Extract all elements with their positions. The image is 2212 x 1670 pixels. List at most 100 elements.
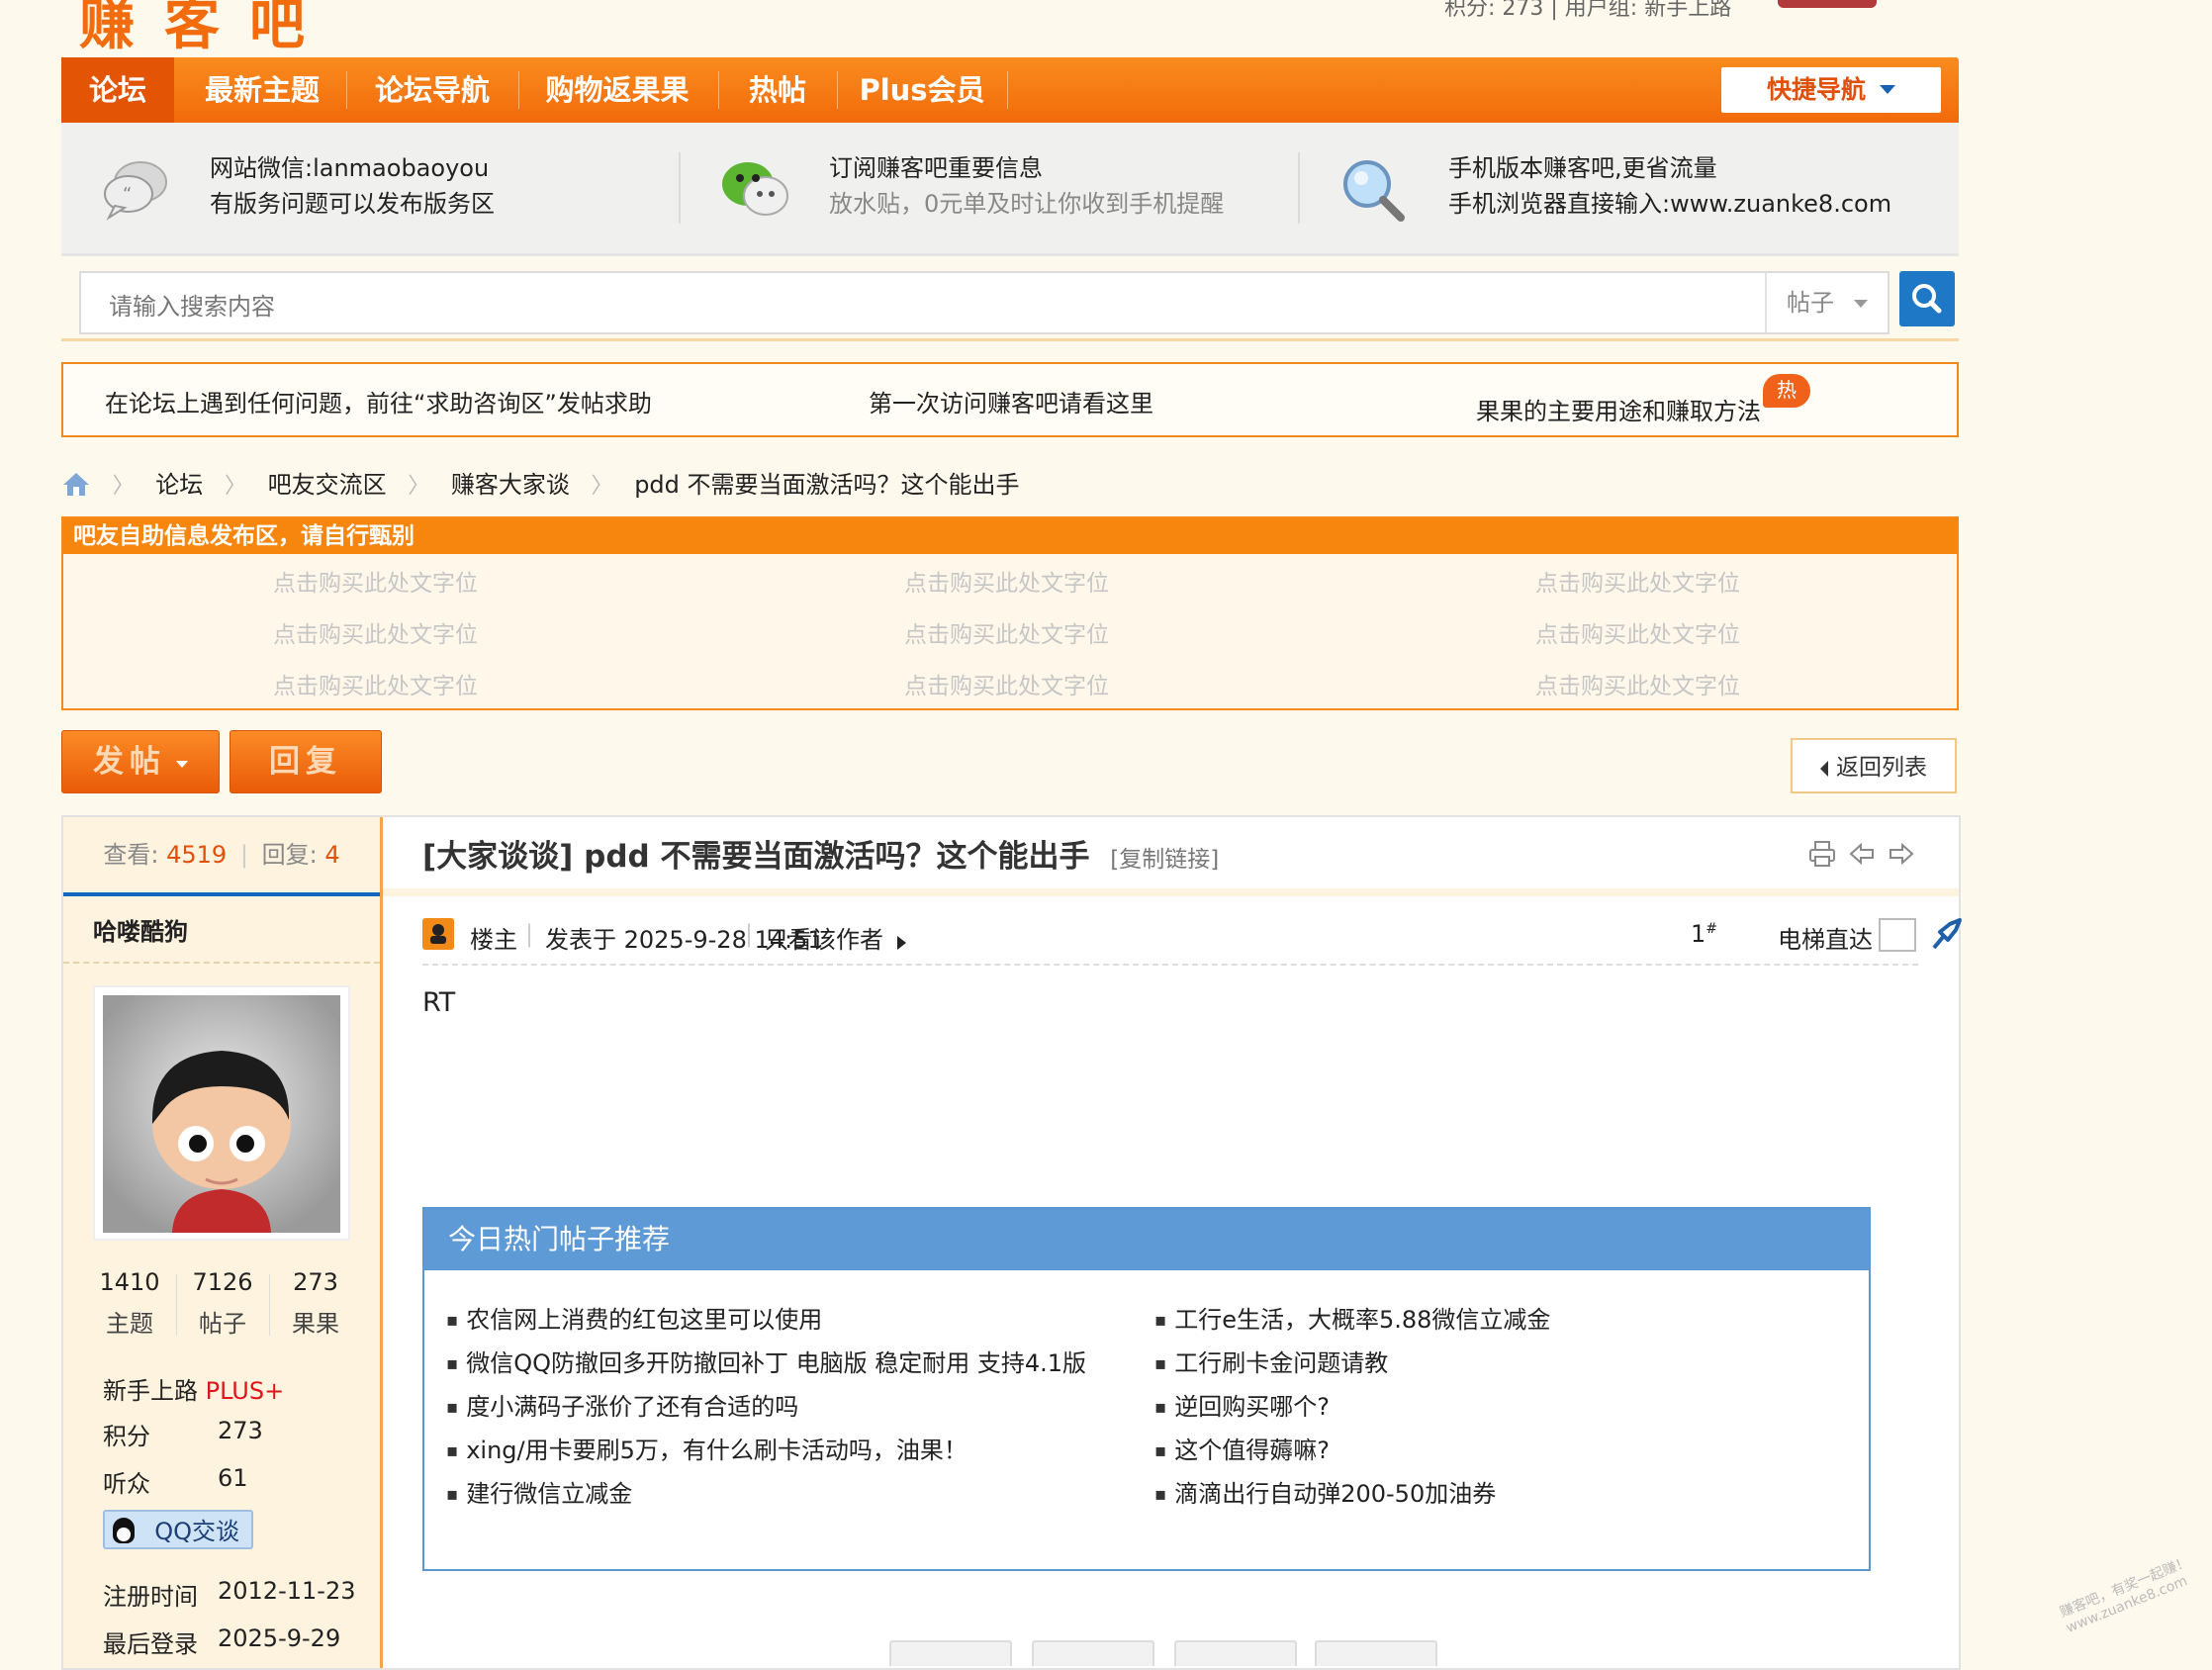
hot-thread-link[interactable]: 滴滴出行自动弹200-50加油券 xyxy=(1154,1474,1550,1518)
ad-slot[interactable]: 点击购买此处文字位 xyxy=(1535,667,1740,700)
info-subscribe-line1: 订阅赚客吧重要信息 xyxy=(829,154,1043,182)
hot-threads-box: 今日热门帖子推荐 农信网上消费的红包这里可以使用 微信QQ防撤回多开防撤回补丁 … xyxy=(422,1207,1871,1571)
reply-button[interactable]: 回复 xyxy=(230,730,382,793)
nav-forum-guide[interactable]: 论坛导航 xyxy=(348,57,516,123)
new-post-label: 发帖 xyxy=(93,744,166,780)
info-wechat-line2: 有版务问题可以发布版务区 xyxy=(210,190,495,218)
score-value: 273 xyxy=(218,1417,263,1444)
nav-plus[interactable]: Plus会员 xyxy=(839,57,1005,123)
post-action-button[interactable] xyxy=(1315,1640,1437,1666)
notice-first-visit-link[interactable]: 第一次访问赚客吧请看这里 xyxy=(869,384,1153,418)
user-top-info: 积分: 273 | 用户组: 新手上路 xyxy=(1444,0,1878,22)
elevator-input[interactable] xyxy=(1879,918,1916,952)
search-type-select[interactable]: 帖子 xyxy=(1765,273,1886,332)
ad-box: 吧友自助信息发布区，请自行甄别 点击购买此处文字位 点击购买此处文字位 点击购买… xyxy=(61,516,1959,710)
breadcrumb-exchange[interactable]: 吧友交流区 xyxy=(268,471,387,499)
ad-slot[interactable]: 点击购买此处文字位 xyxy=(273,667,478,700)
top-avatar[interactable] xyxy=(1778,0,1878,8)
info-subscribe-line2: 放水贴，0元单及时让你收到手机提醒 xyxy=(829,190,1225,218)
info-mobile-line2: 手机浏览器直接输入:www.zuanke8.com xyxy=(1448,190,1892,218)
search-button[interactable] xyxy=(1899,271,1955,326)
search-type-label: 帖子 xyxy=(1787,289,1834,317)
ad-slot[interactable]: 点击购买此处文字位 xyxy=(904,564,1109,598)
quick-nav-button[interactable]: 快捷导航 xyxy=(1721,67,1941,113)
hot-thread-link[interactable]: 这个值得薅嘛? xyxy=(1154,1431,1550,1474)
site-logo[interactable]: 赚客吧 xyxy=(79,0,534,57)
hot-thread-link[interactable]: 工行e生活，大概率5.88微信立减金 xyxy=(1154,1300,1550,1344)
back-to-list-button[interactable]: 返回列表 xyxy=(1791,738,1957,793)
info-mobile-line1: 手机版本赚客吧,更省流量 xyxy=(1448,154,1717,182)
ad-slot[interactable]: 点击购买此处文字位 xyxy=(1535,615,1740,649)
stat-guoguo[interactable]: 273 果果 xyxy=(271,1268,360,1339)
post-action-button[interactable] xyxy=(1174,1640,1297,1666)
magnifier-icon xyxy=(1343,160,1405,222)
ad-slot[interactable]: 点击购买此处文字位 xyxy=(904,667,1109,700)
hot-thread-link[interactable]: 度小满码子涨价了还有合适的吗 xyxy=(446,1387,1086,1431)
search-input[interactable]: 请输入搜索内容 xyxy=(109,287,275,322)
hot-threads-title: 今日热门帖子推荐 xyxy=(424,1209,1869,1270)
author-stats: 1410 主题 7126 帖子 273 果果 xyxy=(85,1268,362,1347)
breadcrumb-forum[interactable]: 论坛 xyxy=(155,471,203,499)
hot-badge: 热 xyxy=(1763,374,1810,408)
user-group: 新手上路 PLUS+ xyxy=(103,1371,284,1406)
elevator-go-icon[interactable] xyxy=(1930,916,1964,952)
home-icon[interactable] xyxy=(61,471,91,497)
only-author-link[interactable]: 只看该作者 xyxy=(765,920,906,955)
qq-chat-button[interactable]: QQ交谈 xyxy=(103,1510,253,1549)
ad-slot[interactable]: 点击购买此处文字位 xyxy=(904,615,1109,649)
hot-threads-right: 工行e生活，大概率5.88微信立减金 工行刷卡金问题请教 逆回购买哪个? 这个值… xyxy=(1154,1300,1550,1518)
reply-label: 回复 xyxy=(269,744,342,780)
nav-hot[interactable]: 热帖 xyxy=(720,57,835,123)
nav-latest[interactable]: 最新主题 xyxy=(178,57,346,123)
post-content: RT xyxy=(422,987,456,1018)
user-group-label[interactable]: 新手上路 xyxy=(103,1377,198,1405)
notice-guoguo-link[interactable]: 果果的主要用途和赚取方法 xyxy=(1476,392,1761,426)
caret-down-icon xyxy=(176,761,188,774)
post-title-text: [大家谈谈] pdd 不需要当面激活吗？这个能出手 xyxy=(422,839,1090,875)
avatar[interactable] xyxy=(93,985,350,1241)
hot-thread-link[interactable]: 工行刷卡金问题请教 xyxy=(1154,1344,1550,1387)
ad-box-title: 吧友自助信息发布区，请自行甄别 xyxy=(63,518,1957,554)
nav-forum[interactable]: 论坛 xyxy=(61,57,174,123)
user-fans: 听众 61 xyxy=(103,1464,248,1499)
hot-thread-link[interactable]: xing/用卡要刷5万，有什么刷卡活动吗，油果！ xyxy=(446,1431,1086,1474)
notice-help-link[interactable]: 在论坛上遇到任何问题，前往“求助咨询区”发帖求助 xyxy=(105,384,652,418)
reg-date: 2012-11-23 xyxy=(218,1577,356,1605)
nav-shopping-rebate[interactable]: 购物返果果 xyxy=(520,57,714,123)
hot-thread-link[interactable]: 逆回购买哪个? xyxy=(1154,1387,1550,1431)
author-sidebar: 查看: 4519 | 回复: 4 哈喽酷狗 1410 主题 7126 帖子 27… xyxy=(63,817,383,1668)
stat-posts-value: 7126 xyxy=(192,1268,253,1296)
divider xyxy=(61,338,1959,341)
ad-slot[interactable]: 点击购买此处文字位 xyxy=(273,564,478,598)
info-wechat-line1: 网站微信:lanmaobaoyou xyxy=(210,154,490,182)
author-name[interactable]: 哈喽酷狗 xyxy=(93,912,188,947)
copy-link-button[interactable]: [复制链接] xyxy=(1110,847,1219,873)
print-icon[interactable] xyxy=(1807,839,1837,869)
wechat-icon xyxy=(722,162,788,216)
hot-thread-link[interactable]: 微信QQ防撤回多开防撤回补丁 电脑版 稳定耐用 支持4.1版 xyxy=(446,1344,1086,1387)
ad-slot[interactable]: 点击购买此处文字位 xyxy=(273,615,478,649)
stat-posts[interactable]: 7126 帖子 xyxy=(178,1268,267,1339)
top-user-text: 积分: 273 | 用户组: 新手上路 xyxy=(1444,0,1732,21)
new-post-button[interactable]: 发帖 xyxy=(61,730,220,793)
author-role: 楼主 xyxy=(470,926,517,954)
last-login-date: 2025-9-29 xyxy=(218,1624,341,1652)
breadcrumb-board[interactable]: 赚客大家谈 xyxy=(451,471,570,499)
post-action-button[interactable] xyxy=(1032,1640,1154,1666)
stat-posts-label: 帖子 xyxy=(199,1310,246,1338)
plus-badge[interactable]: PLUS+ xyxy=(206,1377,285,1405)
floor-number[interactable]: 1# xyxy=(1691,920,1717,948)
breadcrumb-thread[interactable]: pdd 不需要当面激活吗？这个能出手 xyxy=(634,471,1019,499)
info-strip: “ 网站微信:lanmaobaoyou 有版务问题可以发布版务区 订阅赚客吧重要… xyxy=(61,123,1959,256)
hot-thread-link[interactable]: 农信网上消费的红包这里可以使用 xyxy=(446,1300,1086,1344)
prev-thread-icon[interactable] xyxy=(1847,839,1877,869)
next-thread-icon[interactable] xyxy=(1887,839,1916,869)
hot-thread-link[interactable]: 建行微信立减金 xyxy=(446,1474,1086,1518)
ad-slot[interactable]: 点击购买此处文字位 xyxy=(1535,564,1740,598)
elevator-label: 电梯直达 xyxy=(1778,926,1873,954)
fans-value[interactable]: 61 xyxy=(218,1464,248,1492)
speech-bubble-icon: “ xyxy=(104,161,167,221)
post-main: [大家谈谈] pdd 不需要当面激活吗？这个能出手 [复制链接] 楼主 | 发表 xyxy=(383,817,1962,1668)
stat-threads[interactable]: 1410 主题 xyxy=(85,1268,174,1339)
post-action-button[interactable] xyxy=(889,1640,1012,1666)
